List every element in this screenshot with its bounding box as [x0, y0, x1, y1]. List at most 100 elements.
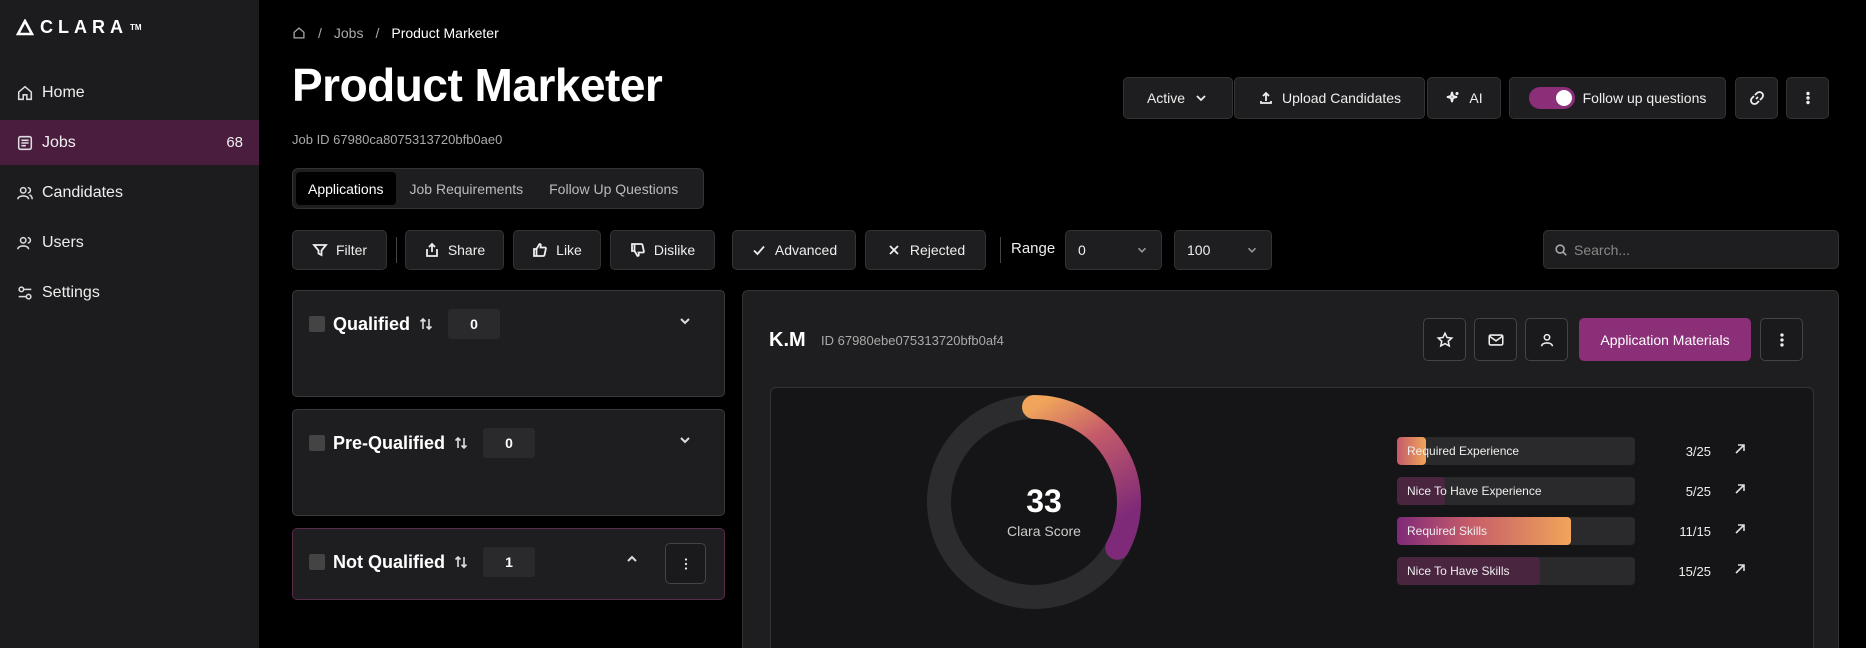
view-tabs: Applications Job Requirements Follow Up …: [292, 168, 704, 209]
profile-button[interactable]: [1525, 318, 1568, 361]
group-count: 1: [483, 547, 535, 577]
arrow-up-right-icon[interactable]: [1733, 442, 1747, 456]
advanced-button[interactable]: Advanced: [732, 230, 856, 270]
group-more-button[interactable]: [665, 543, 706, 584]
upload-candidates-button[interactable]: Upload Candidates: [1234, 77, 1425, 119]
tab-follow-up-questions[interactable]: Follow Up Questions: [537, 172, 690, 205]
application-materials-button[interactable]: Application Materials: [1579, 318, 1751, 361]
status-dropdown[interactable]: Active: [1123, 77, 1233, 119]
range-min-select[interactable]: 0: [1065, 230, 1162, 270]
rejected-button[interactable]: Rejected: [865, 230, 986, 270]
group-header: Not Qualified 1: [309, 547, 535, 577]
app-root: CLARA TM Home Jobs 68 Candidates Users S…: [0, 0, 1866, 648]
status-label: Active: [1146, 90, 1186, 106]
share-label: Share: [447, 242, 486, 258]
search-icon: [1555, 243, 1567, 256]
group-checkbox[interactable]: [309, 554, 325, 570]
arrow-up-right-icon[interactable]: [1733, 482, 1747, 496]
like-button[interactable]: Like: [513, 230, 601, 270]
search-box[interactable]: [1543, 230, 1839, 269]
group-qualified[interactable]: Qualified 0: [292, 290, 725, 397]
mail-icon: [1487, 333, 1504, 346]
favorite-button[interactable]: [1423, 318, 1466, 361]
group-count: 0: [448, 309, 501, 339]
follow-up-toggle[interactable]: [1528, 87, 1575, 109]
sidebar: CLARA TM Home Jobs 68 Candidates Users S…: [0, 0, 259, 648]
candidates-icon: [17, 186, 33, 200]
chevron-down-icon[interactable]: [677, 313, 693, 329]
sidebar-item-settings[interactable]: Settings: [0, 270, 259, 315]
group-title: Not Qualified: [333, 551, 445, 572]
filter-icon: [312, 244, 328, 257]
range-min-value: 0: [1078, 242, 1086, 258]
settings-icon: [18, 285, 32, 300]
chevron-up-icon[interactable]: [624, 551, 640, 567]
user-icon: [1540, 333, 1553, 347]
group-checkbox[interactable]: [309, 435, 325, 451]
page-title: Product Marketer: [292, 59, 663, 111]
arrow-up-right-icon[interactable]: [1733, 562, 1747, 576]
ai-label: AI: [1469, 90, 1483, 106]
criterion-value: 5/25: [1685, 484, 1711, 499]
sidebar-item-label: Home: [42, 83, 85, 101]
filter-button[interactable]: Filter: [292, 230, 387, 270]
sort-icon[interactable]: [418, 316, 434, 332]
toolbar-divider: [396, 237, 397, 263]
candidate-id: ID 67980ebe075313720bfb0af4: [821, 333, 1004, 348]
chevron-down-icon: [1196, 95, 1206, 102]
home-breadcrumb-icon[interactable]: [292, 26, 306, 40]
candidate-more-button[interactable]: [1760, 318, 1803, 361]
group-checkbox[interactable]: [309, 316, 325, 332]
chevron-down-icon: [1247, 247, 1257, 253]
clara-logo-icon: [16, 18, 34, 35]
clara-logo[interactable]: CLARA TM: [16, 17, 142, 38]
score-card: 33 Clara Score Required Experience 3/25 …: [770, 387, 1814, 648]
rejected-label: Rejected: [909, 242, 966, 258]
dislike-label: Dislike: [653, 242, 696, 258]
jobs-count-badge: 68: [226, 134, 243, 151]
chevron-down-icon[interactable]: [677, 432, 693, 448]
more-options-button[interactable]: [1786, 77, 1829, 119]
sort-icon[interactable]: [453, 435, 469, 451]
sidebar-item-home[interactable]: Home: [0, 70, 259, 115]
sidebar-item-label: Candidates: [42, 183, 123, 201]
tab-job-requirements[interactable]: Job Requirements: [398, 172, 536, 205]
ai-button[interactable]: AI: [1427, 77, 1501, 119]
users-icon: [17, 236, 32, 250]
sidebar-item-users[interactable]: Users: [0, 220, 259, 265]
sidebar-item-jobs[interactable]: Jobs 68: [0, 120, 259, 165]
candidate-detail-panel: K.M ID 67980ebe075313720bfb0af4 Applicat…: [742, 290, 1839, 648]
breadcrumb-separator: /: [375, 25, 380, 41]
group-header: Pre-Qualified 0: [309, 428, 536, 458]
search-input[interactable]: [1574, 241, 1814, 258]
group-not-qualified[interactable]: Not Qualified 1: [292, 528, 725, 600]
arrow-up-right-icon[interactable]: [1733, 522, 1747, 536]
x-icon: [889, 245, 899, 255]
sidebar-item-label: Settings: [42, 283, 100, 301]
breadcrumb-separator: /: [318, 25, 322, 41]
dislike-button[interactable]: Dislike: [610, 230, 715, 270]
more-vertical-icon: [1805, 91, 1810, 105]
follow-up-toggle-button[interactable]: Follow up questions: [1509, 77, 1726, 119]
criterion-bar-required-experience: Required Experience: [1397, 437, 1635, 465]
job-id: Job ID 67980ca8075313720bfb0ae0: [292, 132, 503, 147]
range-max-select[interactable]: 100: [1174, 230, 1272, 270]
breadcrumb-jobs[interactable]: Jobs: [334, 25, 364, 41]
upload-icon: [1260, 91, 1272, 104]
check-icon: [753, 245, 765, 256]
share-button[interactable]: Share: [405, 230, 504, 270]
sort-icon[interactable]: [453, 554, 469, 570]
criterion-label: Required Skills: [1407, 524, 1488, 538]
copy-link-button[interactable]: [1735, 77, 1778, 119]
group-pre-qualified[interactable]: Pre-Qualified 0: [292, 409, 725, 516]
upload-label: Upload Candidates: [1281, 90, 1402, 106]
email-button[interactable]: [1474, 318, 1517, 361]
chevron-down-icon: [1137, 247, 1147, 253]
tab-applications[interactable]: Applications: [296, 172, 396, 205]
criterion-value: 15/25: [1678, 564, 1711, 579]
sidebar-item-candidates[interactable]: Candidates: [0, 170, 259, 215]
criterion-value: 11/15: [1679, 524, 1711, 539]
range-max-value: 100: [1187, 242, 1211, 258]
home-icon: [17, 85, 33, 100]
filter-label: Filter: [335, 242, 368, 258]
